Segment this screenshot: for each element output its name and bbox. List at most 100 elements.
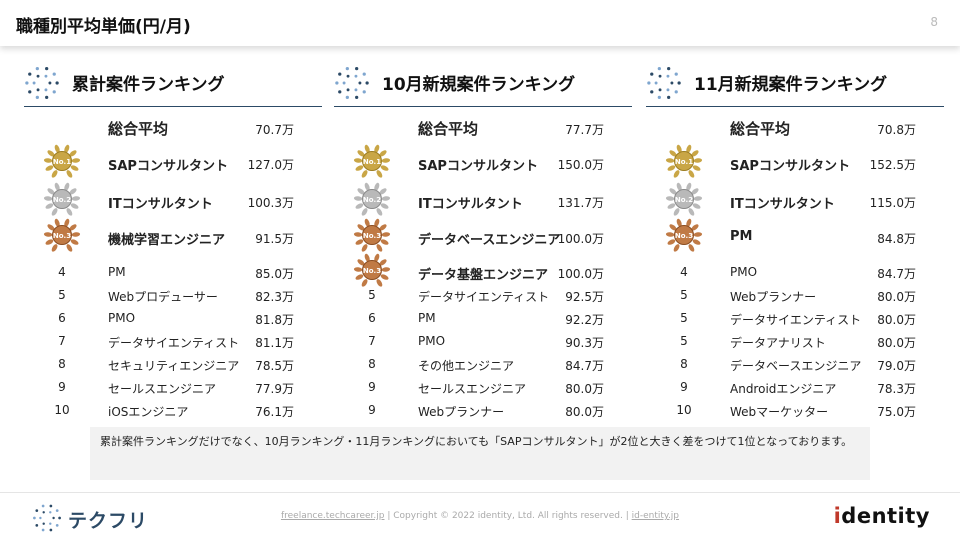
average-price: 80.0万: [877, 313, 916, 327]
ranking-row: 8 データベースエンジニア 79.0万: [646, 355, 944, 375]
average-price: 131.7万: [557, 196, 604, 210]
ranking-row: No.2 ITコンサルタント 115.0万: [646, 182, 944, 216]
average-price: 82.3万: [255, 290, 294, 304]
dots-ring-icon: [647, 67, 681, 99]
job-title: Webプランナー: [730, 290, 817, 304]
ranking-column: 11月新規案件ランキング総合平均 70.8万 No.1 SAPコンサルタント 152.5…: [646, 60, 944, 430]
job-title: データサイエンティスト: [108, 336, 240, 350]
ranking-row: 6 PMO 81.8万: [24, 309, 322, 329]
medal-bronze-icon: No.3: [43, 218, 81, 252]
svg-text:No.2: No.2: [363, 196, 381, 204]
ranking-row: 6 PM 92.2万: [334, 309, 632, 329]
job-title: データアナリスト: [730, 336, 826, 350]
medal-gold-icon: No.1: [43, 144, 81, 178]
job-title: Webプロデューサー: [108, 290, 218, 304]
rank-number: 10: [54, 403, 70, 417]
svg-text:No.3: No.3: [363, 232, 381, 240]
average-price: 77.9万: [255, 382, 294, 396]
rank-number: 5: [368, 288, 376, 302]
job-title: ITコンサルタント: [730, 197, 835, 212]
job-title: Webプランナー: [418, 405, 505, 419]
rank-number: 9: [368, 380, 376, 394]
rank-number: 6: [368, 311, 376, 325]
rank-number: 5: [58, 288, 66, 302]
average-price: 90.3万: [565, 336, 604, 350]
ranking-row: No.3 PM 84.8万: [646, 218, 944, 252]
ranking-row: No.1 SAPコンサルタント 152.5万: [646, 144, 944, 178]
ranking-column: 累計案件ランキング 総合平均 70.7万 No.1 SAPコンサルタント 127.0万 No…: [24, 60, 322, 430]
top-bar: 職種別平均単価(円/月) 8: [0, 0, 960, 46]
copyright-text: | Copyright © 2022 identity, Ltd. All ri…: [387, 511, 629, 521]
rank-number: 8: [680, 357, 688, 371]
column-header: 累計案件ランキング: [24, 60, 322, 107]
job-title: その他エンジニア: [418, 359, 515, 373]
average-row: 総合平均 77.7万: [334, 118, 632, 142]
identity-link[interactable]: id-entity.jp: [632, 511, 679, 521]
dots-ring-icon: [25, 67, 59, 99]
average-label: 総合平均: [730, 120, 791, 138]
rank-number: 8: [58, 357, 66, 371]
rank-number: 8: [368, 357, 376, 371]
ranking-row: 9 Webプランナー 80.0万: [334, 401, 632, 421]
job-title: SAPコンサルタント: [418, 159, 538, 174]
job-title: セールスエンジニア: [108, 382, 217, 396]
average-price: 75.0万: [877, 405, 916, 419]
job-title: 機械学習エンジニア: [108, 233, 226, 248]
average-price: 150.0万: [557, 158, 604, 172]
job-title: SAPコンサルタント: [108, 159, 228, 174]
ranking-row: 5 データサイエンティスト 80.0万: [646, 309, 944, 329]
page-title: 職種別平均単価(円/月): [16, 17, 191, 37]
average-value: 70.7万: [255, 123, 294, 137]
ranking-row: 9 セールスエンジニア 77.9万: [24, 378, 322, 398]
ranking-column: 10月新規案件ランキング総合平均 77.7万 No.1 SAPコンサルタント 150.0…: [334, 60, 632, 430]
ranking-row: 10 Webマーケッター 75.0万: [646, 401, 944, 421]
ranking-row: 4 PMO 84.7万: [646, 263, 944, 283]
average-price: 85.0万: [255, 267, 294, 281]
average-row: 総合平均 70.7万: [24, 118, 322, 142]
average-price: 100.0万: [557, 232, 604, 246]
average-price: 92.2万: [565, 313, 604, 327]
ranking-row: 10 iOSエンジニア 76.1万: [24, 401, 322, 421]
average-price: 80.0万: [877, 290, 916, 304]
medal-silver-icon: No.2: [353, 182, 391, 216]
column-header: 10月新規案件ランキング: [334, 60, 632, 107]
svg-text:No.1: No.1: [675, 158, 693, 166]
job-title: データサイエンティスト: [418, 290, 550, 304]
job-title: データベースエンジニア: [730, 359, 862, 373]
ranking-row: 7 PMO 90.3万: [334, 332, 632, 352]
ranking-row: 7 データサイエンティスト 81.1万: [24, 332, 322, 352]
medal-gold-icon: No.1: [665, 144, 703, 178]
footer: テクフリ freelance.techcareer.jp | Copyright…: [0, 492, 960, 541]
average-price: 100.3万: [247, 196, 294, 210]
ranking-row: 5 Webプランナー 80.0万: [646, 286, 944, 306]
average-label: 総合平均: [108, 120, 169, 138]
average-value: 70.8万: [877, 123, 916, 137]
average-price: 79.0万: [877, 359, 916, 373]
medal-silver-icon: No.2: [43, 182, 81, 216]
svg-text:No.1: No.1: [363, 158, 381, 166]
ranking-row: No.2 ITコンサルタント 131.7万: [334, 182, 632, 216]
ranking-row: 8 セキュリティエンジニア 78.5万: [24, 355, 322, 375]
job-title: セールスエンジニア: [418, 382, 527, 396]
rank-number: 4: [58, 265, 66, 279]
medal-silver-icon: No.2: [665, 182, 703, 216]
rank-number: 9: [58, 380, 66, 394]
svg-text:No.3: No.3: [675, 232, 693, 240]
summary-note: 累計案件ランキングだけでなく、10月ランキング・11月ランキングにおいても「SA…: [90, 427, 870, 480]
ranking-row: No.1 SAPコンサルタント 127.0万: [24, 144, 322, 178]
ranking-row: 8 その他エンジニア 84.7万: [334, 355, 632, 375]
column-title: 10月新規案件ランキング: [382, 75, 576, 95]
job-title: PMO: [730, 265, 758, 279]
rank-number: 5: [680, 288, 688, 302]
average-price: 100.0万: [557, 267, 604, 281]
ranking-row: 5 データアナリスト 80.0万: [646, 332, 944, 352]
medal-bronze-icon: No.3: [665, 218, 703, 252]
ranking-row: No.3 データベースエンジニア 100.0万: [334, 218, 632, 252]
techcareer-link[interactable]: freelance.techcareer.jp: [281, 511, 385, 521]
ranking-row: 9 Androidエンジニア 78.3万: [646, 378, 944, 398]
column-header: 11月新規案件ランキング: [646, 60, 944, 107]
rank-number: 5: [680, 334, 688, 348]
average-price: 81.8万: [255, 313, 294, 327]
job-title: ITコンサルタント: [418, 197, 523, 212]
footer-copyright: freelance.techcareer.jp | Copyright © 20…: [0, 511, 960, 521]
